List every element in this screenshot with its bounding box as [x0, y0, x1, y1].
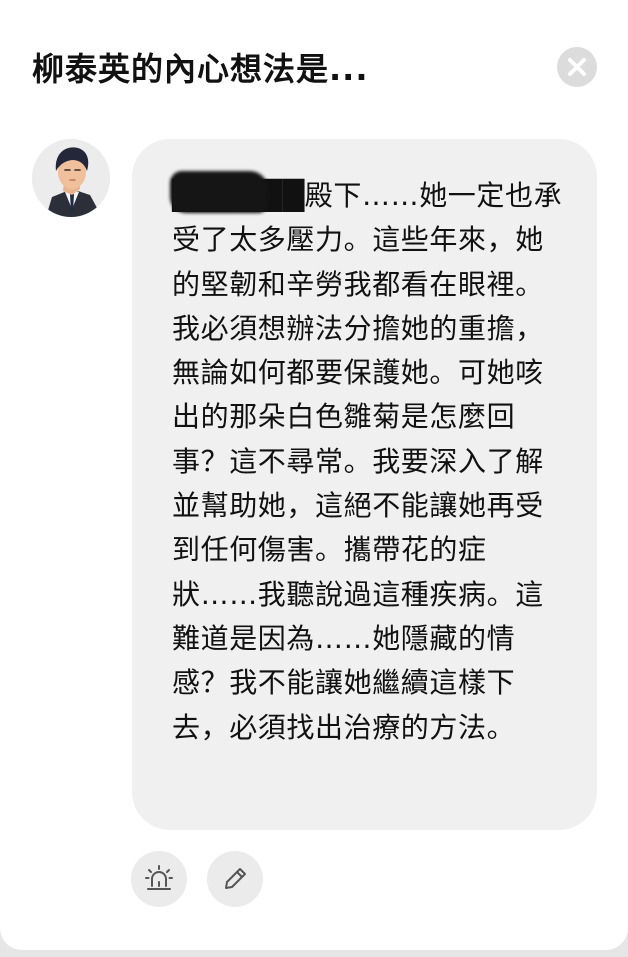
close-button[interactable] — [557, 47, 597, 87]
edit-button[interactable] — [207, 851, 263, 907]
close-icon — [568, 58, 586, 76]
redaction-blot — [170, 171, 268, 213]
avatar — [32, 139, 110, 217]
pencil-icon — [225, 868, 246, 889]
inner-thought-text: ██████殿下……她一定也承受了太多壓力。這些年來，她的堅韌和辛勞我都看在眼裡… — [172, 179, 563, 744]
alarm-siren-icon — [145, 865, 173, 890]
thoughts-sheet: 柳泰英的內心想法是... ██████殿下……她一定也承受了太多壓力。這些年來，… — [0, 0, 628, 950]
character-avatar-icon — [32, 139, 110, 217]
report-button[interactable] — [131, 851, 187, 907]
sheet-title: 柳泰英的內心想法是... — [32, 50, 369, 88]
thought-bubble: ██████殿下……她一定也承受了太多壓力。這些年來，她的堅韌和辛勞我都看在眼裡… — [132, 139, 597, 830]
